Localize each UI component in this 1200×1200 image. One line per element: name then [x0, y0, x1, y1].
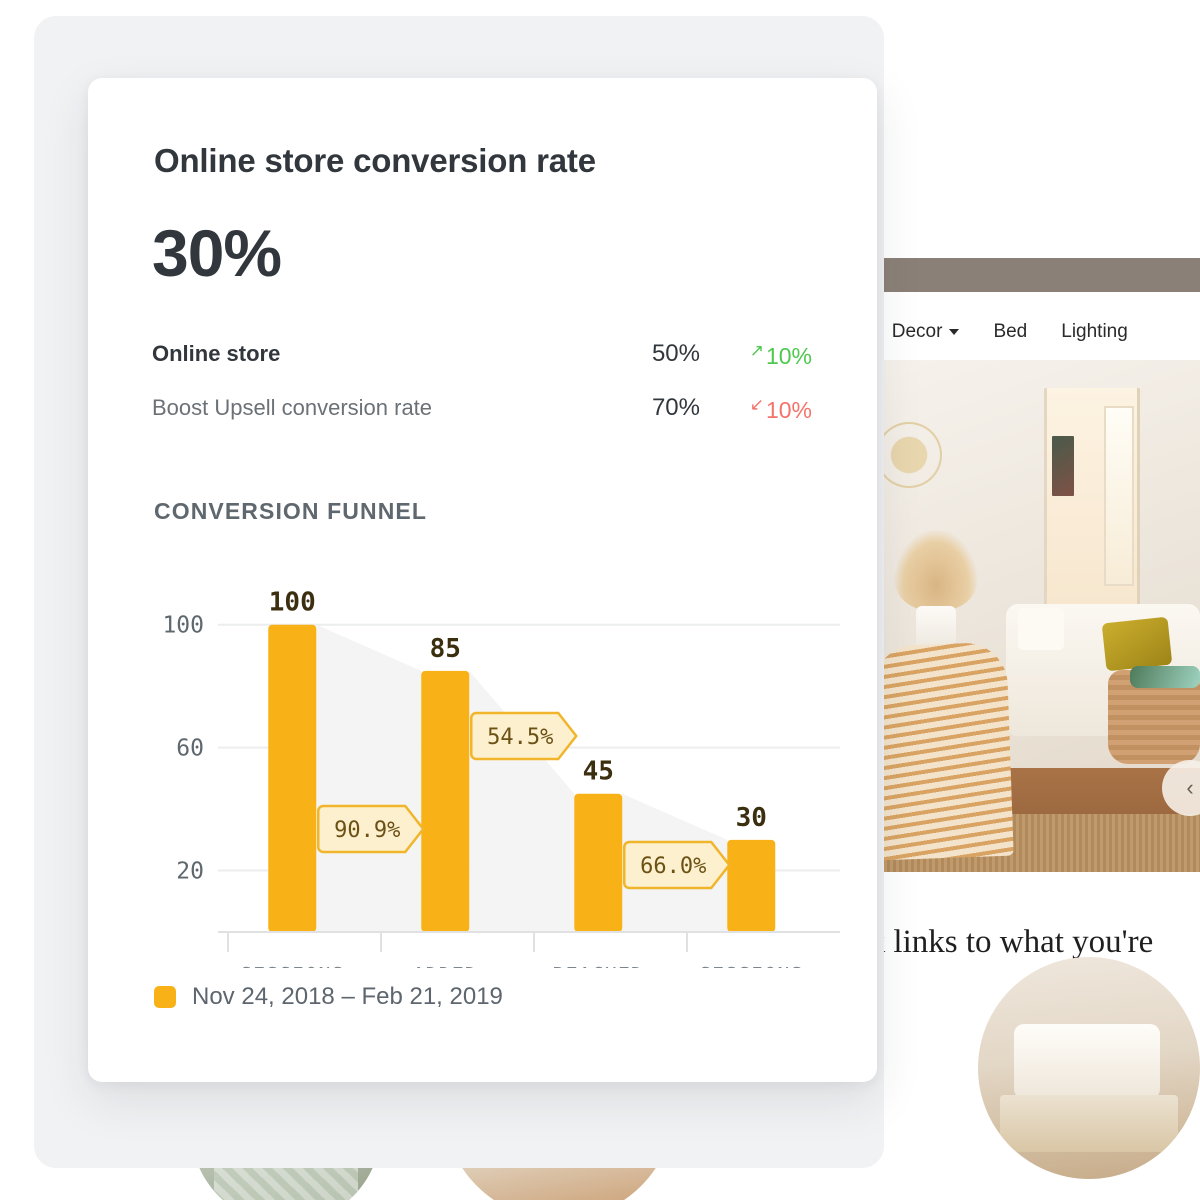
metric-delta-value: 10%	[765, 396, 812, 423]
step-rate-badge: 54.5%	[470, 711, 578, 761]
arrow-up-right-icon: ↗	[749, 341, 764, 360]
metric-delta-down: ↙ 10%	[700, 395, 812, 424]
x-axis-category-label: SESSIONS	[699, 963, 803, 968]
chart-legend: Nov 24, 2018 – Feb 21, 2019	[154, 983, 503, 1011]
hero-gold-pillow	[1101, 616, 1173, 672]
funnel-chart-svg: 100 60 20 100 85 45 30 90.9% 54.5% 66.0% SESSIONS A…	[162, 588, 840, 968]
nav-item-label: Decor	[891, 321, 943, 342]
nav-item-decor[interactable]: Decor	[892, 321, 960, 343]
funnel-connector	[316, 624, 422, 932]
step-rate-text: 66.0%	[640, 854, 706, 879]
hero-image: ‹	[872, 360, 1200, 872]
y-axis-tick-label: 100	[162, 613, 204, 639]
metric-row: Online store 50% ↗ 10%	[152, 340, 812, 394]
conversion-rate-card: Online store conversion rate 30% Online …	[88, 78, 877, 1082]
x-axis-category-label: ADDED	[413, 963, 478, 968]
step-rate-text: 54.5%	[487, 725, 553, 750]
metric-delta-value: 10%	[765, 342, 812, 369]
product-thumbnail-3[interactable]	[978, 957, 1200, 1179]
funnel-section-heading: CONVERSION FUNNEL	[154, 498, 427, 524]
metric-value: 50%	[651, 340, 700, 367]
y-axis-tick-label: 20	[176, 859, 204, 885]
store-tagline: ck links to what you're	[854, 924, 1154, 960]
bar[interactable]	[574, 793, 623, 932]
step-rate-badge: 90.9%	[317, 804, 425, 854]
hero-pampas-grass	[894, 530, 978, 610]
bar-value-label: 30	[736, 803, 767, 833]
nav-item-bed[interactable]: Bed	[993, 321, 1027, 343]
thumb-detail	[1000, 1094, 1178, 1153]
bar[interactable]	[727, 839, 776, 932]
chevron-down-icon	[949, 329, 960, 335]
thumb-detail	[1013, 1023, 1161, 1100]
page-title: Online store conversion rate	[154, 142, 596, 179]
hero-white-pillow	[1018, 608, 1064, 650]
hero-window	[1104, 406, 1134, 586]
x-axis-category-label: SESSIONS	[240, 963, 344, 968]
conversion-funnel-chart: 100 60 20 100 85 45 30 90.9% 54.5% 66.0% SESSIONS A…	[152, 548, 852, 968]
chevron-left-icon: ‹	[1186, 775, 1194, 800]
bar[interactable]	[421, 670, 470, 932]
x-axis-category-label: REACHED	[553, 963, 644, 968]
metric-value: 70%	[651, 394, 700, 421]
legend-color-swatch	[154, 986, 176, 1008]
bar-value-label: 100	[269, 588, 316, 618]
nav-item-lighting[interactable]: Lighting	[1061, 321, 1128, 343]
step-rate-text: 90.9%	[334, 818, 400, 843]
step-rate-badge: 66.0%	[623, 840, 731, 890]
hero-sunburst-mirror	[876, 422, 942, 488]
hero-wall-art	[1052, 436, 1074, 496]
metric-label: Boost Upsell conversion rate	[152, 395, 433, 420]
bar-value-label: 85	[430, 634, 461, 664]
hero-throw-blanket	[1130, 666, 1200, 688]
legend-label: Nov 24, 2018 – Feb 21, 2019	[192, 983, 503, 1010]
metric-rows: Online store 50% ↗ 10% Boost Upsell conv…	[152, 340, 812, 448]
funnel-connector	[469, 670, 575, 932]
hero-rattan-chair	[872, 641, 1014, 861]
big-metric-value: 30%	[152, 216, 282, 290]
nav-item-label: Lighting	[1061, 321, 1128, 342]
arrow-down-left-icon: ↙	[749, 395, 764, 414]
screenshot-root: Limited time only: Up to 40% Off O ture …	[0, 0, 1200, 1200]
nav-item-label: Bed	[993, 321, 1028, 342]
y-axis-tick-label: 60	[176, 736, 204, 762]
metric-delta-up: ↗ 10%	[700, 341, 812, 370]
metric-label: Online store	[152, 341, 281, 366]
bar[interactable]	[268, 624, 317, 932]
bar-value-label: 45	[583, 757, 614, 787]
metric-row: Boost Upsell conversion rate 70% ↙ 10%	[152, 394, 812, 448]
